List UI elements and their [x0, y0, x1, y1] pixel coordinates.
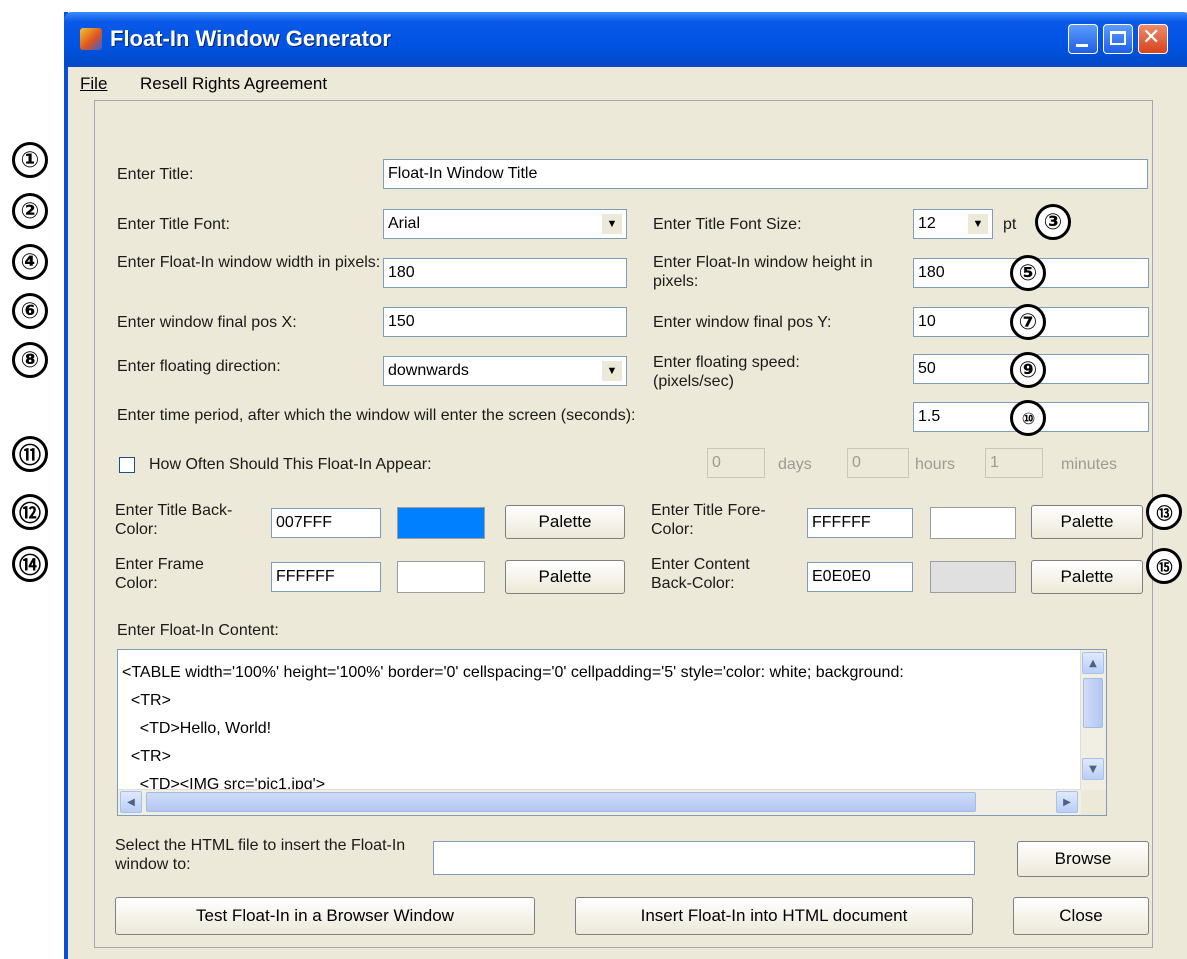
title-back-label: Enter Title Back-Color:: [115, 502, 233, 538]
scroll-right-icon[interactable]: ▶: [1056, 791, 1078, 813]
minimize-button[interactable]: [1068, 24, 1098, 54]
title-label: Enter Title:: [117, 166, 194, 183]
close-icon: ✕: [1142, 25, 1161, 50]
title-fore-label: Enter Title Fore-Color:: [651, 502, 766, 538]
content-label: Enter Float-In Content:: [117, 622, 279, 639]
content-back-label: Enter Content Back-Color:: [651, 556, 750, 592]
html-file-input[interactable]: [433, 841, 975, 875]
content-back-swatch: [930, 561, 1016, 593]
often-label: How Often Should This Float-In Appear:: [149, 456, 432, 473]
font-select[interactable]: Arial ▼: [383, 209, 627, 239]
height-label: Enter Float-In window height in pixels:: [653, 254, 873, 290]
direction-label: Enter floating direction:: [117, 358, 281, 375]
content-back-palette-button[interactable]: Palette: [1031, 560, 1143, 594]
posx-input[interactable]: 150: [383, 307, 627, 337]
scroll-down-icon[interactable]: ▼: [1082, 758, 1104, 780]
callout-7: ⑦: [1010, 304, 1046, 340]
callout-8: ⑧: [12, 342, 48, 378]
close-window-button[interactable]: ✕: [1138, 24, 1168, 54]
title-back-input[interactable]: 007FFF: [271, 508, 381, 538]
content-textarea[interactable]: <TABLE width='100%' height='100%' border…: [117, 649, 1107, 816]
maximize-button[interactable]: [1103, 24, 1133, 54]
font-select-value: Arial: [388, 215, 421, 232]
vertical-scroll-thumb[interactable]: [1083, 678, 1103, 728]
callout-9: ⑨: [1010, 352, 1046, 388]
font-size-unit: pt: [1003, 216, 1017, 233]
days-label: days: [778, 456, 812, 473]
font-size-value: 12: [918, 215, 936, 232]
hours-input[interactable]: 0: [847, 448, 909, 478]
scroll-left-icon[interactable]: ◀: [120, 791, 142, 813]
chevron-down-icon[interactable]: ▼: [967, 213, 989, 235]
browse-button[interactable]: Browse: [1017, 841, 1149, 877]
html-file-label: Select the HTML file to insert the Float…: [115, 837, 406, 873]
hours-label: hours: [915, 456, 956, 473]
callout-11: ⑪: [12, 436, 48, 472]
callout-13: ⑬: [1146, 494, 1182, 530]
menu-file[interactable]: File: [80, 74, 107, 94]
horizontal-scroll-thumb[interactable]: [146, 792, 976, 812]
direction-value: downwards: [388, 362, 469, 379]
minutes-label: minutes: [1061, 456, 1118, 473]
code-line: <TR>: [122, 692, 171, 709]
content-back-input[interactable]: E0E0E0: [807, 562, 913, 592]
callout-3: ③: [1035, 204, 1071, 240]
callout-5: ⑤: [1010, 255, 1046, 291]
chevron-down-icon[interactable]: ▼: [601, 213, 623, 235]
callout-14: ⑭: [12, 546, 48, 582]
scroll-up-icon[interactable]: ▲: [1082, 652, 1104, 674]
title-fore-input[interactable]: FFFFFF: [807, 508, 913, 538]
callout-12: ⑫: [12, 494, 48, 530]
window-title: Float-In Window Generator: [110, 26, 391, 51]
font-label: Enter Title Font:: [117, 216, 230, 233]
title-back-swatch: [397, 507, 485, 539]
menu-resell-rights[interactable]: Resell Rights Agreement: [140, 74, 327, 94]
often-checkbox[interactable]: [119, 457, 135, 473]
width-input[interactable]: 180: [383, 258, 627, 288]
title-fore-swatch: [930, 507, 1016, 539]
code-line: <TD>Hello, World!: [122, 720, 272, 737]
app-icon: [80, 28, 102, 50]
speed-label: Enter floating speed: (pixels/sec): [653, 354, 800, 390]
frame-swatch: [397, 561, 485, 593]
direction-select[interactable]: downwards ▼: [383, 356, 627, 386]
posx-label: Enter window final pos X:: [117, 314, 297, 331]
horizontal-scrollbar[interactable]: ◀ ▶: [118, 789, 1081, 815]
font-size-label: Enter Title Font Size:: [653, 216, 802, 233]
callout-2: ②: [12, 193, 48, 229]
callout-6: ⑥: [12, 293, 48, 329]
callout-10: ⑩: [1010, 400, 1046, 436]
form-panel: Enter Title: Float-In Window Title Enter…: [94, 100, 1153, 948]
days-input[interactable]: 0: [707, 448, 765, 478]
font-size-select[interactable]: 12 ▼: [913, 209, 993, 239]
frame-input[interactable]: FFFFFF: [271, 562, 381, 592]
callout-15: ⑮: [1146, 548, 1182, 584]
minutes-input[interactable]: 1: [985, 448, 1043, 478]
width-label: Enter Float-In window width in pixels:: [117, 254, 381, 271]
title-back-palette-button[interactable]: Palette: [505, 505, 625, 539]
title-bar[interactable]: Float-In Window Generator ✕: [64, 12, 1187, 67]
close-button[interactable]: Close: [1013, 897, 1149, 935]
frame-label: Enter Frame Color:: [115, 556, 204, 592]
code-line: <TR>: [122, 748, 171, 765]
code-line: <TABLE width='100%' height='100%' border…: [122, 664, 904, 681]
title-input[interactable]: Float-In Window Title: [383, 159, 1148, 189]
test-float-in-button[interactable]: Test Float-In in a Browser Window: [115, 897, 535, 935]
title-fore-palette-button[interactable]: Palette: [1031, 505, 1143, 539]
app-window: Float-In Window Generator ✕ File Resell …: [64, 12, 1187, 959]
callout-1: ①: [12, 142, 48, 178]
callout-4: ④: [12, 244, 48, 280]
chevron-down-icon[interactable]: ▼: [601, 360, 623, 382]
scroll-corner: [1081, 790, 1106, 815]
posy-label: Enter window final pos Y:: [653, 314, 832, 331]
frame-palette-button[interactable]: Palette: [505, 560, 625, 594]
vertical-scrollbar[interactable]: ▲ ▼: [1080, 650, 1106, 792]
menu-bar: File Resell Rights Agreement: [68, 67, 1187, 99]
insert-float-in-button[interactable]: Insert Float-In into HTML document: [575, 897, 973, 935]
period-label: Enter time period, after which the windo…: [117, 407, 636, 424]
